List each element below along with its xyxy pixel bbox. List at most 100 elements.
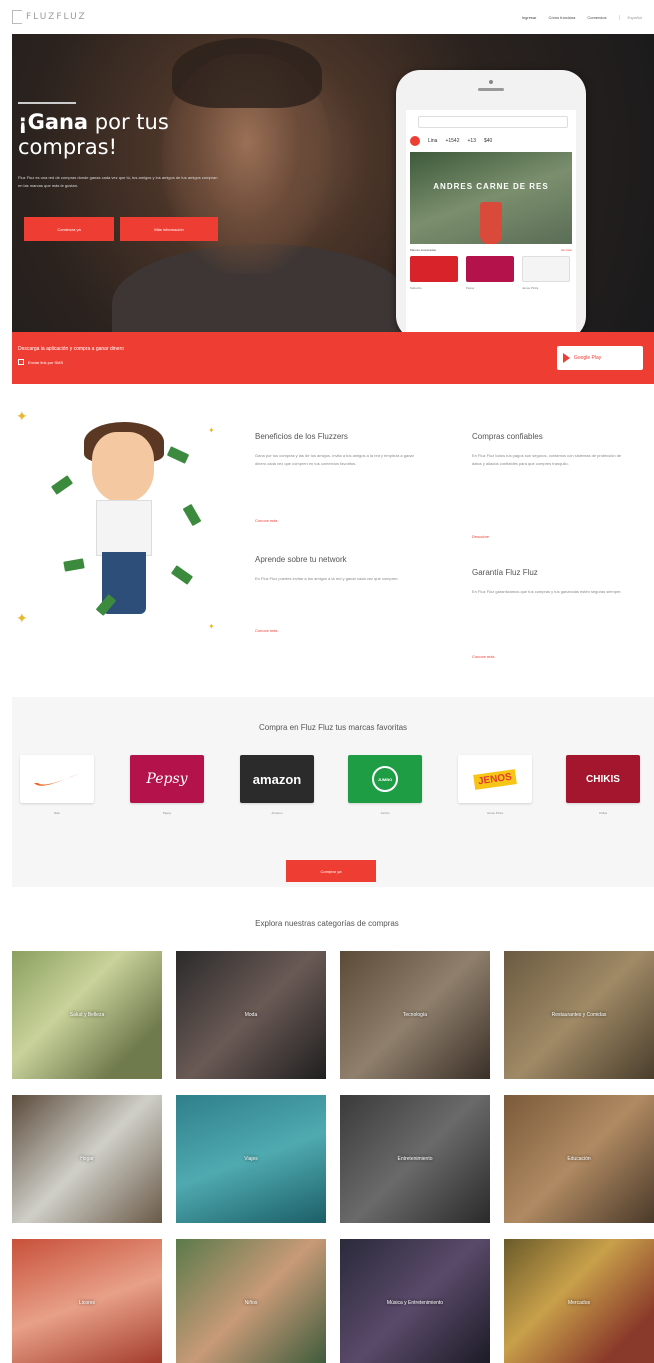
- brand-card-chikis[interactable]: CHIKIS: [566, 755, 640, 803]
- sms-link[interactable]: Enviar link por SMS: [18, 359, 63, 365]
- logo[interactable]: FLUZFLUZ: [12, 10, 87, 24]
- category-tile[interactable]: Salud y Belleza: [12, 951, 162, 1079]
- hero-banner: ¡Gana por tus compras! Fluz Fluz es una …: [12, 34, 654, 332]
- brand-label: Nike: [53, 811, 60, 815]
- sparkle-icon: ✦: [208, 622, 215, 631]
- category-tile[interactable]: Hogar: [12, 1095, 162, 1223]
- brand-label: Amazon: [271, 811, 283, 815]
- app-brand-captions: Subocho Pepsy Jenos Pizza: [410, 286, 572, 290]
- money-bill-icon: [50, 475, 74, 495]
- category-label: Niños: [244, 1300, 258, 1306]
- logo-text: FLUZFLUZ: [26, 12, 87, 22]
- category-tile[interactable]: Educación: [504, 1095, 654, 1223]
- phone-speaker: [478, 88, 504, 91]
- jumbo-logo-icon: JUMBO: [372, 766, 398, 792]
- sms-link-label: Enviar link por SMS: [28, 359, 64, 365]
- cartoon-head: [92, 432, 154, 502]
- category-label: Mercados: [568, 1300, 590, 1306]
- brand-card-nike[interactable]: [20, 755, 94, 803]
- categories-title: Explora nuestras categorías de compras: [255, 919, 399, 928]
- hero-secondary-button[interactable]: Más información: [120, 217, 218, 241]
- category-tile[interactable]: Niños: [176, 1239, 326, 1363]
- money-bill-icon: [182, 503, 202, 527]
- brand-card-amazon[interactable]: amazon: [240, 755, 314, 803]
- benefit-title: Compras confiables: [472, 432, 543, 441]
- app-brand-tile: [410, 256, 458, 282]
- benefit-text: En Fluz Fluz garantizamos que tus compra…: [472, 589, 622, 594]
- hero-title: ¡Gana por tus compras!: [18, 110, 208, 160]
- app-download-text: Descarga la aplicación y compra a ganar …: [18, 346, 124, 352]
- benefit-title: Aprende sobre tu network: [255, 555, 347, 564]
- hero-primary-button[interactable]: Comienza ya: [24, 217, 114, 241]
- phone-mockup: Lina +1542 +13 $40 ANDRES CARNE DE RES M…: [396, 70, 586, 332]
- brand-card-jenos[interactable]: JENOS: [458, 755, 532, 803]
- brand-label: Chikis: [598, 811, 608, 815]
- header: FLUZFLUZ Ingresar Cómo funciona Comercio…: [0, 0, 654, 34]
- benefit-text: En Fluz Fluz puedes invitar a tus amigos…: [255, 576, 399, 581]
- hero-title-bold: ¡Gana: [18, 110, 89, 134]
- benefit-text: En Fluz Fluz todos tus pagos son seguros…: [472, 453, 622, 466]
- brand-label: Jumbo: [380, 811, 390, 815]
- benefit-link[interactable]: Descubre: [472, 534, 489, 539]
- category-tile[interactable]: Tecnología: [340, 951, 490, 1079]
- app-banner-title: ANDRES CARNE DE RES: [433, 182, 549, 191]
- app-stat: $40: [483, 138, 493, 144]
- category-label: Licores: [78, 1300, 96, 1306]
- checkbox-icon: [18, 359, 24, 365]
- brand-logo-text: JUMBO: [377, 776, 393, 782]
- app-stat: +13: [467, 138, 476, 144]
- app-brand-caption: Subocho: [410, 286, 422, 290]
- hero-divider: [18, 102, 76, 104]
- category-label: Viajes: [244, 1156, 258, 1162]
- brand-label: Pepsy: [162, 811, 172, 815]
- benefit-link[interactable]: Conoce más: [255, 518, 277, 523]
- category-tile[interactable]: Viajes: [176, 1095, 326, 1223]
- category-label: Entretenimiento: [397, 1156, 433, 1162]
- google-play-label: Google Play: [574, 355, 602, 361]
- nav-comercios[interactable]: Comercios: [587, 15, 606, 20]
- logo-icon: [12, 10, 22, 24]
- category-label: Educación: [567, 1156, 591, 1162]
- category-tile[interactable]: Entretenimiento: [340, 1095, 490, 1223]
- category-tile[interactable]: Mercados: [504, 1239, 654, 1363]
- benefit-link[interactable]: Conoce más: [472, 654, 494, 659]
- category-tile[interactable]: Moda: [176, 951, 326, 1079]
- app-section-title: Marcas destacadas: [410, 248, 437, 252]
- app-brand-caption: Pepsy: [466, 286, 475, 290]
- avatar: [410, 136, 420, 146]
- nav-ingresar[interactable]: Ingresar: [522, 15, 537, 20]
- category-tile[interactable]: Música y Entretenimiento: [340, 1239, 490, 1363]
- top-nav: Ingresar Cómo funciona Comercios Español: [522, 14, 642, 20]
- category-label: Moda: [244, 1012, 258, 1018]
- benefit-link[interactable]: Conoce más: [255, 628, 277, 633]
- app-banner-image: [480, 202, 502, 244]
- nike-swoosh-icon: [34, 773, 80, 786]
- app-user-bar: Lina +1542 +13 $40: [410, 134, 572, 148]
- brands-section: Compra en Fluz Fluz tus marcas favoritas…: [12, 697, 654, 887]
- benefit-title: Beneficios de los Fluzzers: [255, 432, 348, 441]
- brand-card-jumbo[interactable]: JUMBO: [348, 755, 422, 803]
- money-bill-icon: [63, 558, 85, 572]
- benefit-text: Gana por tus compras y las de tus amigos…: [255, 453, 414, 466]
- phone-screen: Lina +1542 +13 $40 ANDRES CARNE DE RES M…: [406, 110, 576, 332]
- cartoon-shirt: [96, 500, 152, 556]
- category-label: Música y Entretenimiento: [386, 1300, 444, 1306]
- category-tile[interactable]: Restaurantes y Comidas: [504, 951, 654, 1079]
- brands-cta-button[interactable]: Comprar ya: [286, 860, 376, 882]
- app-download-bar: Descarga la aplicación y compra a ganar …: [12, 332, 654, 384]
- category-tile[interactable]: Licores: [12, 1239, 162, 1363]
- brand-logo-text: CHIKIS: [586, 773, 620, 785]
- sparkle-icon: ✦: [16, 610, 28, 626]
- app-brand-caption: Jenos Pizza: [522, 286, 539, 290]
- brand-label: Jenos Pizza: [486, 811, 504, 815]
- brand-card-pepsy[interactable]: Pepsy: [130, 755, 204, 803]
- app-brand-tile: [466, 256, 514, 282]
- google-play-button[interactable]: Google Play: [557, 346, 643, 370]
- money-bill-icon: [166, 446, 190, 464]
- brands-title: Compra en Fluz Fluz tus marcas favoritas: [258, 723, 408, 732]
- phone-camera: [489, 80, 493, 84]
- nav-como-funciona[interactable]: Cómo funciona: [549, 15, 576, 20]
- sparkle-icon: ✦: [208, 426, 215, 435]
- brand-logo-text: JENOS: [473, 768, 517, 790]
- language-selector[interactable]: Español: [618, 14, 642, 20]
